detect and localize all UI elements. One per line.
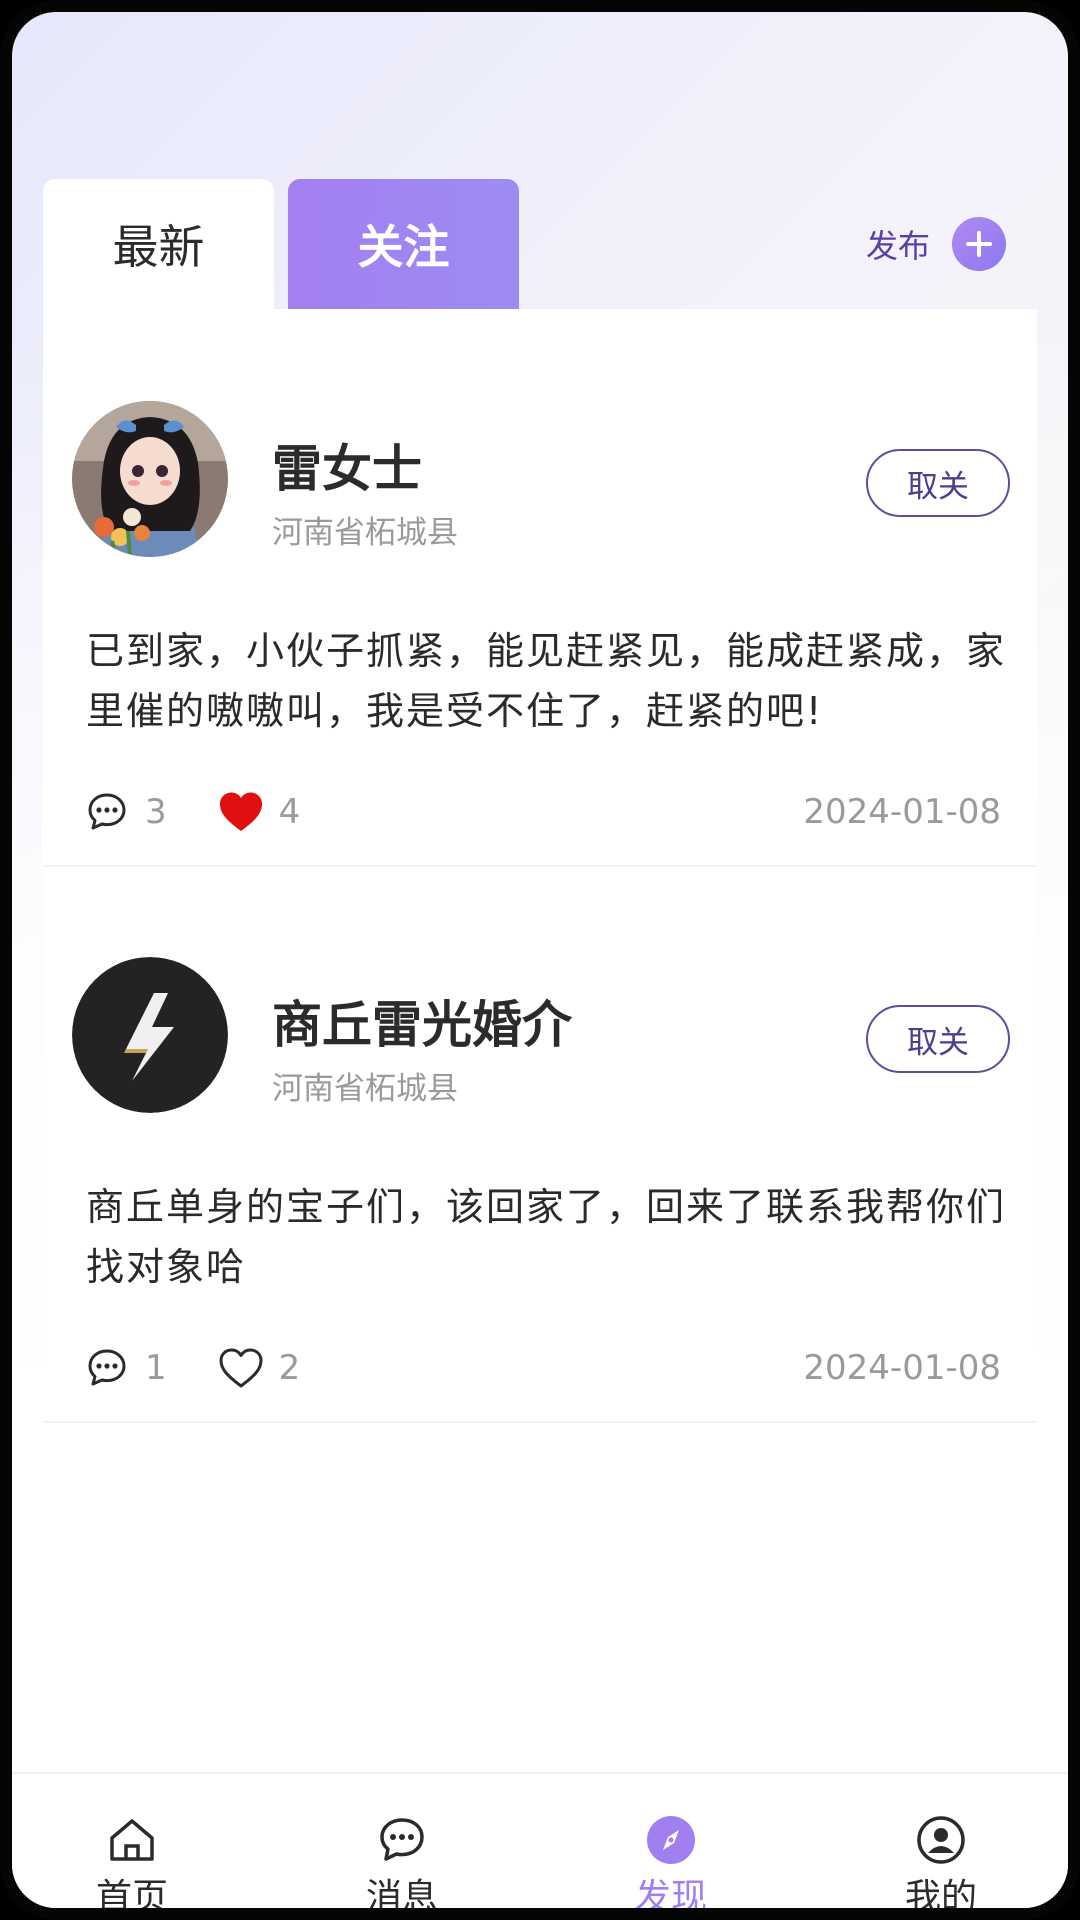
comment-count: 3	[145, 792, 167, 832]
bottom-tab-bar: 首页 消息 发现 我的	[12, 1772, 1068, 1918]
like-button[interactable]: 2	[215, 1342, 301, 1394]
user-icon	[915, 1814, 967, 1866]
comment-button[interactable]: 1	[81, 1342, 167, 1394]
like-count: 2	[278, 1348, 301, 1388]
comment-icon	[81, 786, 133, 838]
tab-latest-label: 最新	[112, 220, 205, 274]
publish-button[interactable]: 发布	[866, 217, 1006, 271]
like-count: 4	[278, 792, 301, 832]
nav-messages[interactable]: 消息	[332, 1814, 472, 1918]
tab-follow[interactable]: 关注	[288, 179, 519, 309]
author-name[interactable]: 商丘雷光婚介	[272, 985, 572, 1057]
nav-home[interactable]: 首页	[62, 1814, 202, 1918]
post-meta: 3 4 2024-01-08	[81, 787, 1001, 837]
post-content: 已到家，小伙子抓紧，能见赶紧见，能成赶紧成，家里催的嗷嗷叫，我是受不住了，赶紧的…	[86, 629, 1007, 733]
post-meta: 1 2 2024-01-08	[81, 1343, 1001, 1393]
comment-button[interactable]: 3	[81, 786, 167, 838]
tab-follow-label: 关注	[357, 220, 450, 274]
plus-circle-icon	[952, 217, 1006, 271]
home-icon	[106, 1814, 158, 1866]
comment-icon	[81, 1342, 133, 1394]
post-content: 商丘单身的宝子们，该回家了，回来了联系我帮你们找对象哈	[86, 1185, 1007, 1289]
nav-discover-label: 发现	[634, 1877, 707, 1918]
nav-mine-label: 我的	[904, 1877, 977, 1918]
author-location: 河南省柘城县	[272, 1071, 458, 1107]
heart-filled-icon	[215, 786, 267, 838]
avatar[interactable]	[72, 957, 228, 1113]
avatar[interactable]	[72, 401, 228, 557]
feed-list: 雷女士 河南省柘城县 取关 已到家，小伙子抓紧，能见赶紧见，能成赶紧成，家里催的…	[43, 309, 1037, 1474]
post-card[interactable]: 雷女士 河南省柘城县 取关 已到家，小伙子抓紧，能见赶紧见，能成赶紧成，家里催的…	[43, 309, 1037, 867]
post-date: 2024-01-08	[803, 1348, 1001, 1388]
unfollow-button[interactable]: 取关	[866, 449, 1010, 517]
nav-messages-label: 消息	[365, 1877, 438, 1918]
like-button[interactable]: 4	[215, 786, 301, 838]
tab-latest[interactable]: 最新	[43, 179, 274, 309]
author-location: 河南省柘城县	[272, 515, 458, 551]
heart-outline-icon	[215, 1342, 267, 1394]
nav-home-label: 首页	[95, 1877, 168, 1918]
post-date: 2024-01-08	[803, 792, 1001, 832]
message-icon	[376, 1814, 428, 1866]
unfollow-button[interactable]: 取关	[866, 1005, 1010, 1073]
comment-count: 1	[145, 1348, 167, 1388]
phone-screen: 最新 关注 发布 雷女士 河南省柘城县 取关 已到家，小伙子抓紧，能见赶紧见，能…	[0, 0, 1080, 1920]
post-card[interactable]: 商丘雷光婚介 河南省柘城县 取关 商丘单身的宝子们，该回家了，回来了联系我帮你们…	[43, 865, 1037, 1423]
nav-discover[interactable]: 发现	[601, 1814, 741, 1918]
nav-mine[interactable]: 我的	[871, 1814, 1011, 1918]
compass-icon	[645, 1814, 697, 1866]
author-name[interactable]: 雷女士	[272, 429, 422, 501]
publish-label: 发布	[865, 227, 930, 265]
